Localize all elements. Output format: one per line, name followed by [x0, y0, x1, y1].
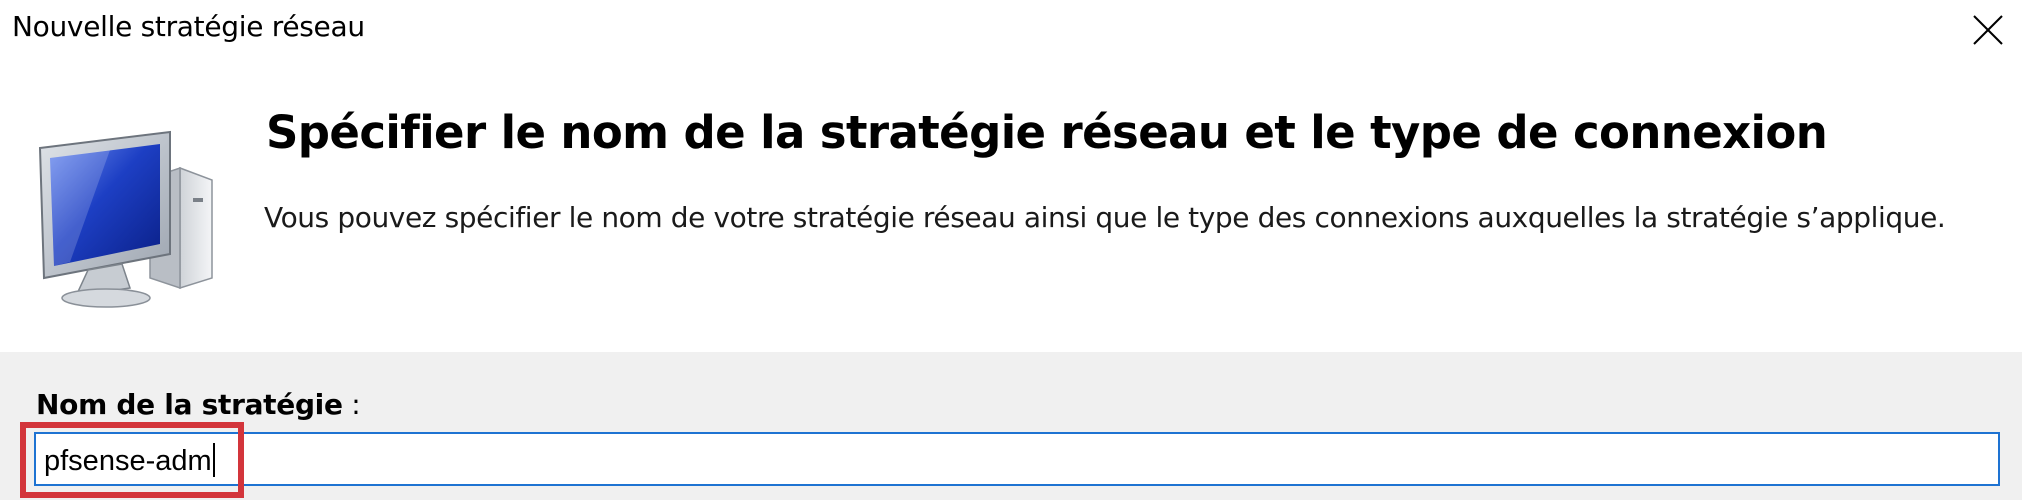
policy-form: Nom de la stratégie : pfsense-adm: [0, 352, 2022, 500]
page-heading: Spécifier le nom de la stratégie réseau …: [266, 106, 1828, 159]
text-caret: [212, 443, 215, 477]
close-icon: [1973, 15, 2003, 45]
policy-name-label-colon: :: [342, 388, 361, 421]
page-description: Vous pouvez spécifier le nom de votre st…: [264, 201, 1946, 234]
window-title: Nouvelle stratégie réseau: [12, 10, 365, 43]
network-computer-icon: [38, 130, 213, 308]
policy-name-value: pfsense-adm: [44, 445, 212, 477]
policy-name-label-text: Nom de la stratégie: [36, 388, 343, 421]
wizard-header: Spécifier le nom de la stratégie réseau …: [0, 60, 2022, 352]
policy-name-value-wrap: pfsense-adm: [44, 443, 215, 478]
close-button[interactable]: [1960, 6, 2016, 54]
policy-name-input[interactable]: pfsense-adm: [34, 432, 2000, 486]
policy-name-label: Nom de la stratégie :: [36, 388, 361, 421]
title-bar: Nouvelle stratégie réseau: [0, 0, 2022, 60]
